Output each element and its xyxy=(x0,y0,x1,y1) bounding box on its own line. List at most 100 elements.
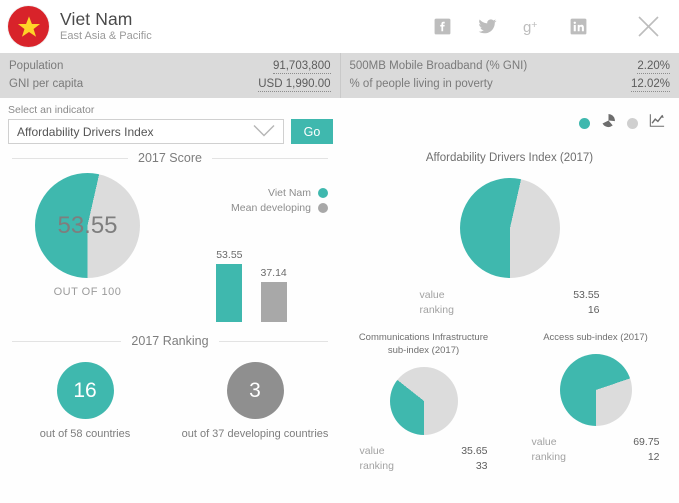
stat-label: 500MB Mobile Broadband (% GNI) xyxy=(349,59,528,72)
ranking-value: 16 xyxy=(73,378,97,402)
ranking-badge-overall: 16 xyxy=(56,362,114,419)
value-number: 69.75 xyxy=(633,435,660,448)
linkedin-icon[interactable] xyxy=(569,17,588,36)
ranking-section-title: 2017 Ranking xyxy=(131,334,209,348)
communications-infrastructure-values: value ranking 35.65 33 xyxy=(360,444,488,474)
affordability-drivers-index-title: Affordability Drivers Index (2017) xyxy=(425,152,594,164)
score-section-title: 2017 Score xyxy=(138,151,202,165)
stat-label: Population xyxy=(9,59,64,72)
score-out-of-label: OUT OF 100 xyxy=(53,286,122,298)
view-toggle-group xyxy=(579,113,665,133)
score-value: 53.55 xyxy=(57,211,118,239)
affordability-drivers-index-values: value ranking 53.55 16 xyxy=(420,288,600,318)
stats-column-right: 500MB Mobile Broadband (% GNI) 2.20% % o… xyxy=(339,53,679,98)
ranking-value: 3 xyxy=(249,378,261,402)
indicator-selector-row: Select an indicator Affordability Driver… xyxy=(0,98,679,145)
view-dot-inactive[interactable] xyxy=(627,117,638,129)
value-label: value xyxy=(359,444,385,457)
value-ranking-values: 53.55 16 xyxy=(573,288,599,318)
stats-column-left: Population 91,703,800 GNI per capita USD… xyxy=(0,53,340,98)
right-panel: Affordability Drivers Index (2017) value… xyxy=(340,145,679,503)
value-label: value xyxy=(531,435,557,448)
svg-text:+: + xyxy=(531,19,537,31)
stat-value: 2.20% xyxy=(637,59,670,74)
ranking-badge-developing: 3 xyxy=(226,362,284,419)
score-donut-wrap: 53.55 OUT OF 100 xyxy=(0,173,175,298)
stat-row-gni-per-capita: GNI per capita USD 1,990.00 xyxy=(9,76,331,94)
legend-swatch-gray xyxy=(318,203,328,213)
bar-column-mean-developing: 37.14 xyxy=(261,230,287,322)
ranking-number: 12 xyxy=(647,450,660,463)
ranking-number: 16 xyxy=(587,303,600,316)
affordability-drivers-index-card: Affordability Drivers Index (2017) value… xyxy=(340,145,679,318)
country-name: Viet Nam xyxy=(60,9,133,30)
score-donut: 53.55 xyxy=(35,173,140,278)
ranking-label: ranking xyxy=(359,459,394,472)
ranking-label: ranking xyxy=(531,450,566,463)
bar-mean-developing xyxy=(260,282,287,322)
value-ranking-labels: value ranking xyxy=(360,444,394,474)
value-label: value xyxy=(419,288,445,301)
ranking-row: 16 out of 58 countries 3 out of 37 devel… xyxy=(0,348,340,440)
affordability-drivers-index-pie xyxy=(459,177,560,278)
value-ranking-values: 35.65 33 xyxy=(461,444,487,474)
page-header: Viet Nam East Asia & Pacific g + xyxy=(0,0,679,53)
stat-value: 12.02% xyxy=(630,77,670,92)
twitter-icon[interactable] xyxy=(477,17,498,36)
divider-right xyxy=(211,157,328,159)
vietnam-flag-icon xyxy=(8,6,49,47)
score-legend-and-bars: Viet Nam Mean developing 53.55 37.14 xyxy=(175,173,340,322)
value-ranking-labels: value ranking xyxy=(420,288,454,318)
view-dot-active[interactable] xyxy=(579,117,590,129)
line-chart-icon[interactable] xyxy=(649,113,665,133)
communications-infrastructure-card: Communications Infrastructure sub-index … xyxy=(349,332,499,474)
ranking-caption: out of 58 countries xyxy=(39,428,131,440)
access-subindex-values: value ranking 69.75 12 xyxy=(532,435,660,465)
stat-label: % of people living in poverty xyxy=(349,77,493,90)
score-comparison-bars: 53.55 37.14 xyxy=(175,230,328,322)
close-icon[interactable] xyxy=(635,13,662,40)
country-identity: Viet Nam East Asia & Pacific xyxy=(60,10,152,43)
score-row: 53.55 OUT OF 100 Viet Nam Mean developin… xyxy=(0,165,340,322)
googleplus-icon[interactable]: g + xyxy=(523,17,544,36)
score-legend: Viet Nam Mean developing xyxy=(175,187,328,214)
ranking-cell-overall: 16 out of 58 countries xyxy=(0,362,170,440)
access-subindex-title: Access sub-index (2017) xyxy=(543,331,648,343)
access-subindex-card: Access sub-index (2017) value ranking 69… xyxy=(521,332,671,474)
divider-left xyxy=(12,157,129,159)
go-button[interactable]: Go xyxy=(291,119,333,144)
legend-item-viet-nam: Viet Nam xyxy=(268,187,328,199)
facebook-icon[interactable] xyxy=(433,17,452,36)
divider-right xyxy=(218,340,328,342)
stat-row-poverty: % of people living in poverty 12.02% xyxy=(349,76,670,94)
indicator-dropdown[interactable]: Affordability Drivers Index xyxy=(8,119,284,144)
communications-infrastructure-title: Communications Infrastructure sub-index … xyxy=(358,331,489,356)
score-section-header: 2017 Score xyxy=(0,151,340,165)
indicator-dropdown-value: Affordability Drivers Index xyxy=(17,124,154,139)
left-panel: 2017 Score 53.55 OUT OF 100 Viet Nam Mea… xyxy=(0,145,340,503)
divider-left xyxy=(12,340,122,342)
stat-row-population: Population 91,703,800 xyxy=(9,58,331,76)
stat-row-mobile-broadband: 500MB Mobile Broadband (% GNI) 2.20% xyxy=(349,58,670,76)
bar-value: 37.14 xyxy=(260,267,287,279)
legend-label: Mean developing xyxy=(231,202,311,214)
ranking-section-header: 2017 Ranking xyxy=(0,334,340,348)
ranking-cell-developing: 3 out of 37 developing countries xyxy=(170,362,340,440)
country-region: East Asia & Pacific xyxy=(60,30,152,43)
bar-value: 53.55 xyxy=(216,249,243,261)
value-number: 35.65 xyxy=(461,444,488,457)
access-subindex-pie xyxy=(559,353,632,426)
pie-chart-icon[interactable] xyxy=(601,113,616,133)
value-ranking-labels: value ranking xyxy=(532,435,566,465)
sub-index-charts: Communications Infrastructure sub-index … xyxy=(340,332,679,474)
bar-column-viet-nam: 53.55 xyxy=(216,230,243,322)
chevron-down-icon xyxy=(253,124,275,139)
ranking-number: 33 xyxy=(475,459,488,472)
svg-text:g: g xyxy=(523,19,531,36)
ranking-caption: out of 37 developing countries xyxy=(181,428,329,440)
bar-viet-nam xyxy=(216,264,243,322)
value-ranking-values: 69.75 12 xyxy=(633,435,659,465)
social-share-group: g + xyxy=(433,13,679,40)
stat-label: GNI per capita xyxy=(9,77,84,90)
communications-infrastructure-subindex-pie xyxy=(389,366,458,435)
